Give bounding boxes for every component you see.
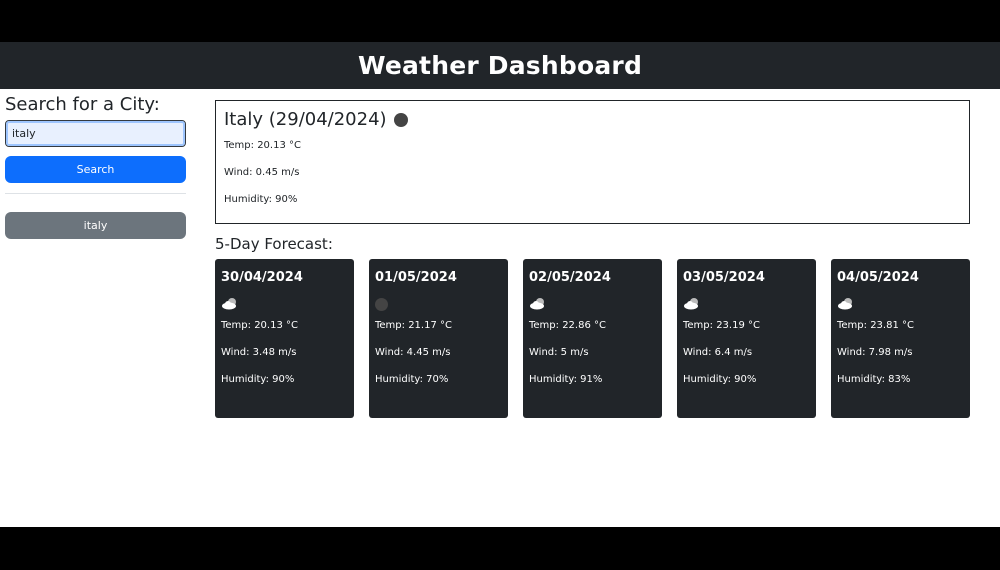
forecast-heading: 5-Day Forecast: — [215, 235, 333, 253]
forecast-temp: Temp: 23.81 °C — [837, 320, 914, 331]
moon-icon — [393, 112, 408, 127]
letterbox-bottom — [0, 527, 1000, 570]
search-sidebar: Search for a City: Search italy — [5, 94, 186, 239]
forecast-temp: Temp: 22.86 °C — [529, 320, 606, 331]
forecast-humidity: Humidity: 90% — [221, 374, 295, 385]
forecast-wind: Wind: 5 m/s — [529, 347, 589, 358]
forecast-date: 02/05/2024 — [529, 270, 611, 285]
forecast-date: 03/05/2024 — [683, 270, 765, 285]
forecast-temp: Temp: 20.13 °C — [221, 320, 298, 331]
current-wind: Wind: 0.45 m/s — [224, 167, 300, 178]
weather-app: Weather Dashboard Search for a City: Sea… — [0, 42, 1000, 527]
forecast-card: 03/05/2024 Temp: 23.19 °C Wind: 6.4 m/s … — [677, 259, 816, 418]
forecast-temp: Temp: 21.17 °C — [375, 320, 452, 331]
page-title: Weather Dashboard — [357, 51, 643, 80]
forecast-wind: Wind: 4.45 m/s — [375, 347, 451, 358]
forecast-temp: Temp: 23.19 °C — [683, 320, 760, 331]
current-weather: Italy (29/04/2024) Temp: 20.13 °C Wind: … — [215, 100, 970, 224]
cloud-icon — [529, 296, 656, 314]
search-button[interactable]: Search — [5, 156, 186, 183]
forecast-humidity: Humidity: 91% — [529, 374, 603, 385]
forecast-date: 30/04/2024 — [221, 270, 303, 285]
history-button-italy[interactable]: italy — [5, 212, 186, 239]
forecast-humidity: Humidity: 70% — [375, 374, 449, 385]
forecast-card: 02/05/2024 Temp: 22.86 °C Wind: 5 m/s Hu… — [523, 259, 662, 418]
letterbox-top — [0, 0, 1000, 42]
forecast-wind: Wind: 3.48 m/s — [221, 347, 297, 358]
forecast-date: 04/05/2024 — [837, 270, 919, 285]
current-temp: Temp: 20.13 °C — [224, 140, 301, 151]
moon-icon — [375, 296, 502, 314]
forecast-cards: 30/04/2024 Temp: 20.13 °C Wind: 3.48 m/s… — [215, 259, 970, 418]
current-humidity: Humidity: 90% — [224, 194, 298, 205]
forecast-wind: Wind: 7.98 m/s — [837, 347, 913, 358]
forecast-card: 30/04/2024 Temp: 20.13 °C Wind: 3.48 m/s… — [215, 259, 354, 418]
forecast-card: 04/05/2024 Temp: 23.81 °C Wind: 7.98 m/s… — [831, 259, 970, 418]
forecast-humidity: Humidity: 83% — [837, 374, 911, 385]
current-city-date: Italy (29/04/2024) — [224, 109, 387, 130]
search-heading: Search for a City: — [5, 94, 160, 115]
forecast-card: 01/05/2024 Temp: 21.17 °C Wind: 4.45 m/s… — [369, 259, 508, 418]
current-title-row: Italy (29/04/2024) — [224, 109, 961, 130]
cloud-icon — [221, 296, 348, 314]
app-header: Weather Dashboard — [0, 42, 1000, 89]
sidebar-divider — [5, 193, 186, 194]
cloud-icon — [683, 296, 810, 314]
city-search-input[interactable] — [5, 120, 186, 147]
forecast-date: 01/05/2024 — [375, 270, 457, 285]
forecast-humidity: Humidity: 90% — [683, 374, 757, 385]
cloud-icon — [837, 296, 964, 314]
forecast-wind: Wind: 6.4 m/s — [683, 347, 753, 358]
